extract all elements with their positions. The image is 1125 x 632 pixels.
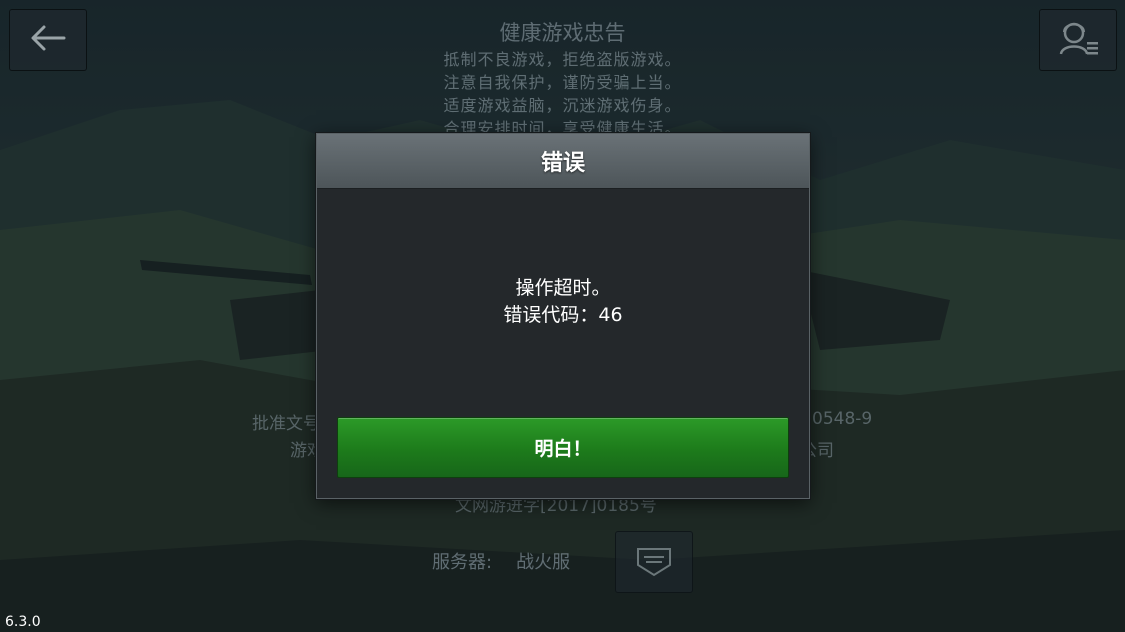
server-selector: 服务器: 战火服 bbox=[432, 548, 570, 574]
dialog-header: 错误 bbox=[317, 134, 809, 189]
dialog-message: 操作超时。 错误代码：46 bbox=[317, 189, 809, 414]
game-screen: 健康游戏忠告 抵制不良游戏，拒绝盗版游戏。 注意自我保护，谨防受骗上当。 适度游… bbox=[0, 0, 1125, 632]
server-name: 战火服 bbox=[516, 552, 571, 573]
dialog-title: 错误 bbox=[540, 151, 585, 176]
health-notice-title: 健康游戏忠告 bbox=[499, 21, 626, 45]
error-code: 错误代码：46 bbox=[503, 303, 623, 326]
approval-text-left: 批准文号 bbox=[252, 414, 320, 434]
server-emblem-icon bbox=[634, 543, 674, 581]
health-notice-line: 注意自我保护，谨防受骗上当。 bbox=[443, 73, 682, 92]
version-label: 6.3.0 bbox=[5, 614, 41, 630]
support-button[interactable] bbox=[1039, 9, 1117, 71]
arrow-left-icon bbox=[30, 24, 66, 56]
health-notice-line: 抵制不良游戏，拒绝盗版游戏。 bbox=[443, 50, 682, 69]
ok-button[interactable]: 明白！ bbox=[337, 417, 789, 478]
error-dialog: 错误 操作超时。 错误代码：46 明白！ bbox=[316, 133, 810, 499]
server-select-button[interactable] bbox=[615, 531, 693, 593]
health-notice: 健康游戏忠告 抵制不良游戏，拒绝盗版游戏。 注意自我保护，谨防受骗上当。 适度游… bbox=[380, 18, 745, 140]
health-notice-line: 适度游戏益脑，沉迷游戏伤身。 bbox=[443, 96, 682, 115]
support-agent-icon bbox=[1056, 18, 1100, 62]
server-label: 服务器: bbox=[432, 552, 493, 573]
back-button[interactable] bbox=[9, 9, 87, 71]
approval-text-right: 0548-9 bbox=[812, 409, 873, 429]
error-message: 操作超时。 bbox=[515, 276, 611, 299]
